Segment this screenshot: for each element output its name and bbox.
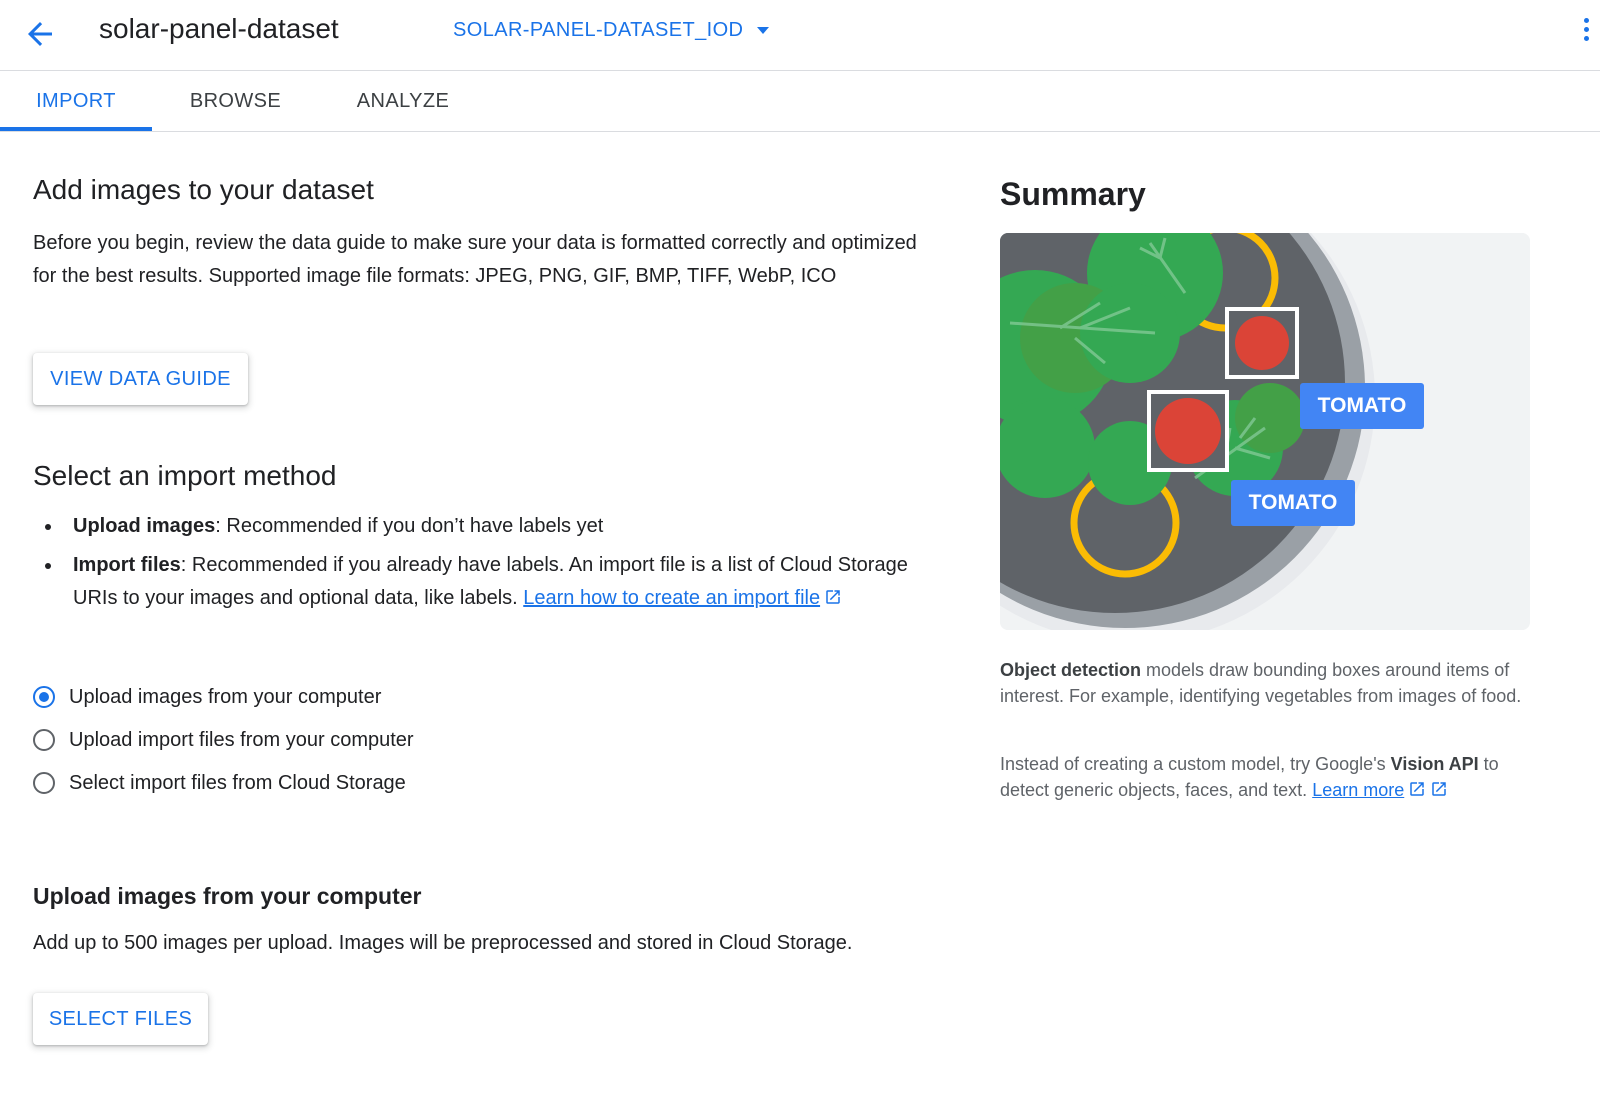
external-link-icon[interactable]	[1408, 780, 1426, 798]
learn-import-file-link[interactable]: Learn how to create an import file	[523, 587, 820, 609]
tab-import[interactable]: IMPORT	[0, 71, 152, 131]
view-data-guide-button[interactable]: VIEW DATA GUIDE	[33, 353, 248, 405]
back-arrow-icon[interactable]	[22, 16, 58, 52]
bullet-bold: Upload images	[73, 515, 216, 537]
more-options-icon[interactable]	[1580, 18, 1592, 48]
select-files-button[interactable]: SELECT FILES	[33, 993, 208, 1045]
object-detection-description: Object detection models draw bounding bo…	[1000, 657, 1530, 709]
object-detection-illustration: TOMATO TOMATO	[1000, 233, 1530, 630]
add-images-heading: Add images to your dataset	[33, 174, 374, 205]
bullet-text: : Recommended if you don’t have labels y…	[215, 515, 604, 537]
vision-api-description: Instead of creating a custom model, try …	[1000, 751, 1530, 803]
radio-label: Upload images from your computer	[69, 685, 382, 708]
import-method-list: Upload images: Recommended if you don’t …	[33, 510, 913, 621]
upload-heading: Upload images from your computer	[33, 883, 422, 909]
radio-selected-icon[interactable]	[33, 686, 55, 708]
learn-more-link[interactable]: Learn more	[1312, 780, 1404, 800]
add-images-description: Before you begin, review the data guide …	[33, 232, 917, 287]
radio-label: Select import files from Cloud Storage	[69, 771, 406, 794]
tab-analyze[interactable]: ANALYZE	[348, 71, 458, 131]
bullet-bold: Import files	[73, 554, 181, 576]
salad-bowl-image	[1000, 233, 1530, 630]
tab-bar: IMPORT BROWSE ANALYZE	[0, 71, 1600, 132]
external-link-icon[interactable]	[824, 588, 842, 606]
chevron-down-icon	[757, 27, 770, 34]
vision-api-term: Vision API	[1390, 754, 1479, 774]
summary-title: Summary	[1000, 176, 1146, 212]
list-item: Upload images: Recommended if you don’t …	[33, 510, 913, 543]
radio-unselected-icon[interactable]	[33, 772, 55, 794]
external-link-icon[interactable]	[1430, 780, 1448, 798]
version-selector[interactable]: SOLAR-PANEL-DATASET_IOD	[453, 19, 770, 42]
import-method-heading: Select an import method	[33, 460, 337, 491]
tomato-label: TOMATO	[1317, 394, 1407, 417]
version-selector-label: SOLAR-PANEL-DATASET_IOD	[453, 19, 744, 41]
tomato-label: TOMATO	[1248, 491, 1338, 514]
radio-upload-images[interactable]: Upload images from your computer	[33, 682, 381, 712]
description-text: Instead of creating a custom model, try …	[1000, 754, 1391, 774]
dataset-title: solar-panel-dataset	[99, 13, 339, 44]
radio-upload-import-files[interactable]: Upload import files from your computer	[33, 725, 414, 755]
top-bar: solar-panel-dataset SOLAR-PANEL-DATASET_…	[0, 0, 1600, 71]
object-detection-term: Object detection	[1000, 660, 1142, 680]
radio-cloud-storage[interactable]: Select import files from Cloud Storage	[33, 768, 406, 798]
radio-label: Upload import files from your computer	[69, 728, 414, 751]
tab-browse[interactable]: BROWSE	[178, 71, 293, 131]
radio-unselected-icon[interactable]	[33, 729, 55, 751]
list-item: Import files: Recommended if you already…	[33, 549, 913, 615]
upload-description: Add up to 500 images per upload. Images …	[33, 932, 853, 954]
active-tab-indicator	[0, 127, 152, 131]
